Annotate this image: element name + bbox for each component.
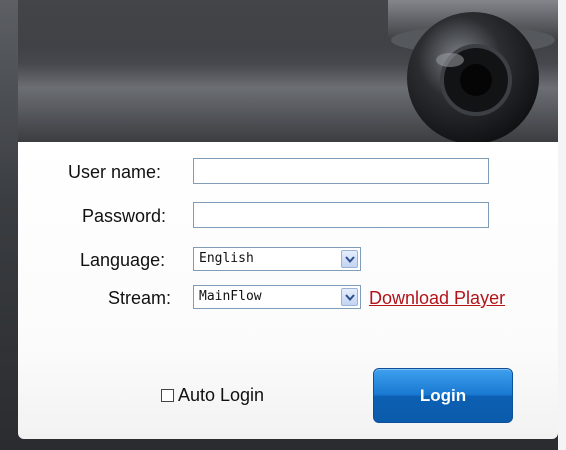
username-label: User name: bbox=[68, 162, 162, 182]
chevron-down-icon[interactable] bbox=[341, 250, 358, 268]
header-banner bbox=[18, 0, 558, 142]
password-label: Password: bbox=[82, 206, 167, 226]
stream-select[interactable]: MainFlow bbox=[193, 285, 361, 309]
username-input[interactable] bbox=[193, 158, 489, 184]
login-button-label: Login bbox=[419, 385, 467, 405]
download-player-link[interactable]: Download Player bbox=[369, 288, 505, 309]
chevron-down-icon[interactable] bbox=[341, 288, 358, 306]
login-button[interactable]: Login bbox=[373, 368, 513, 423]
page-edge bbox=[558, 0, 566, 450]
dome-camera-icon bbox=[388, 0, 558, 142]
language-selected-value: English bbox=[199, 251, 254, 266]
stream-label: Stream: bbox=[108, 288, 172, 308]
auto-login-label[interactable]: Auto Login bbox=[178, 385, 264, 406]
language-label: Language: bbox=[80, 250, 166, 270]
language-select[interactable]: English bbox=[193, 247, 361, 271]
auto-login-checkbox[interactable] bbox=[161, 389, 174, 402]
stream-selected-value: MainFlow bbox=[199, 289, 262, 304]
password-input[interactable] bbox=[193, 202, 489, 228]
